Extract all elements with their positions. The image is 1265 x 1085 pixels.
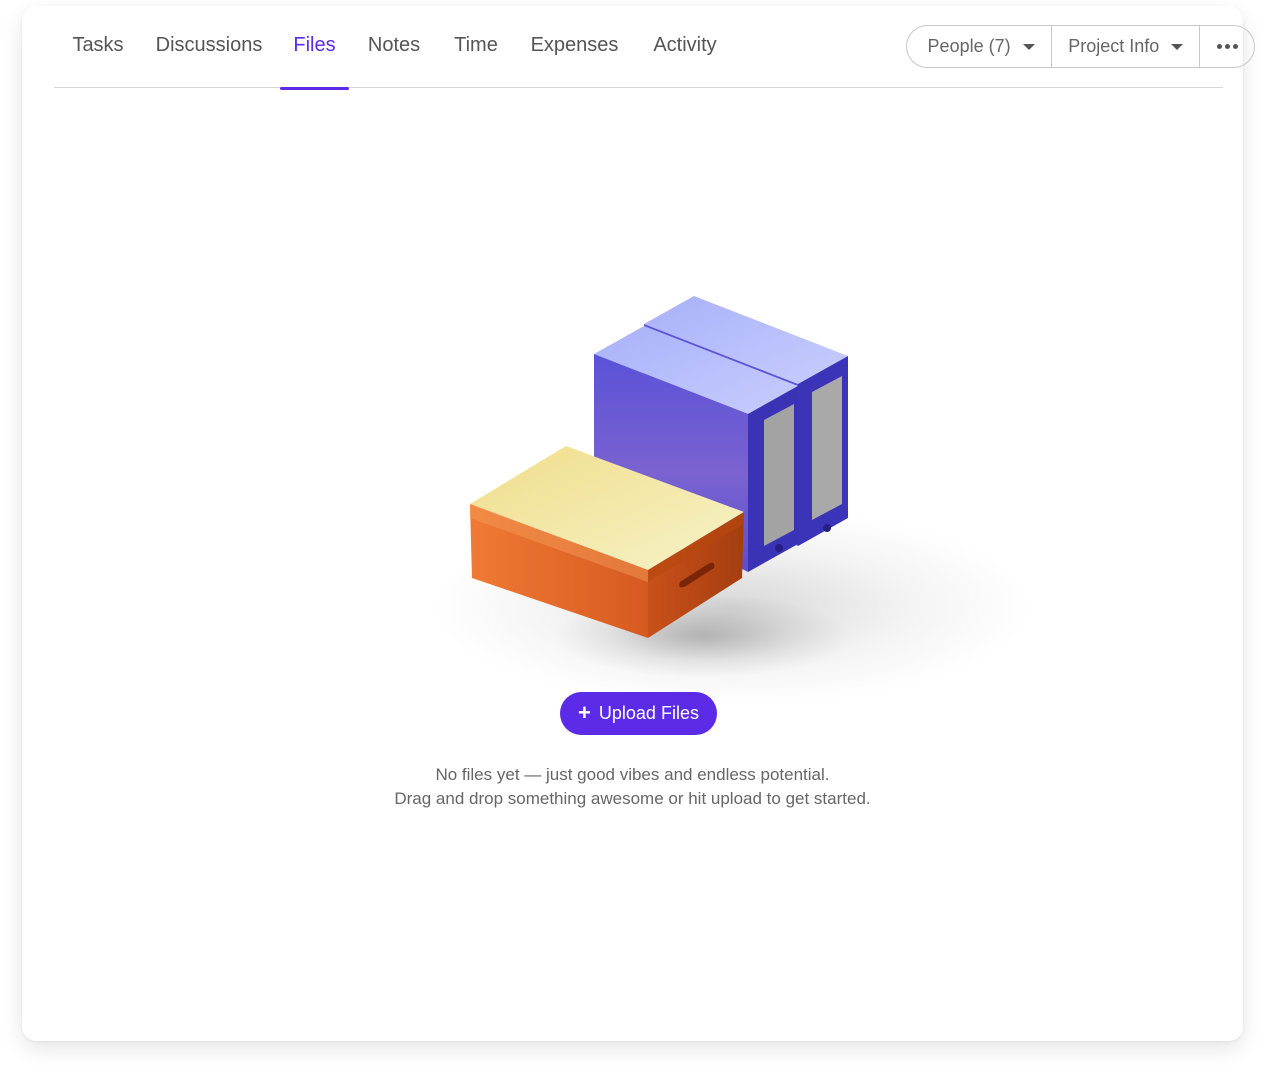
people-dropdown[interactable]: People (7) (907, 26, 1051, 67)
tab-tasks[interactable]: Tasks (72, 34, 124, 88)
file-boxes-illustration (432, 296, 1032, 706)
files-panel: Tasks Discussions Files Notes Time Expen… (22, 6, 1255, 1041)
tab-discussions[interactable]: Discussions (154, 34, 264, 88)
tab-expenses[interactable]: Expenses (530, 34, 619, 88)
tab-label: Activity (653, 34, 717, 56)
tab-label: Files (293, 34, 336, 56)
more-options-button[interactable] (1199, 26, 1254, 67)
tab-label: Notes (367, 34, 421, 56)
people-label: People (7) (927, 36, 1011, 56)
tab-activity[interactable]: Activity (651, 34, 719, 88)
tab-files[interactable]: Files (280, 34, 349, 90)
header-actions: People (7) Project Info (906, 25, 1255, 68)
tab-label: Time (454, 34, 498, 56)
tab-label: Expenses (530, 34, 619, 56)
chevron-down-icon (1171, 43, 1184, 50)
upload-files-button[interactable]: + Upload Files (560, 692, 717, 735)
empty-state-message-line-1: No files yet — just good vibes and endle… (435, 765, 830, 784)
project-info-dropdown[interactable]: Project Info (1051, 26, 1199, 67)
tab-time[interactable]: Time (453, 34, 499, 88)
tab-bar: Tasks Discussions Files Notes Time Expen… (54, 6, 1255, 90)
plus-icon: + (578, 699, 591, 725)
chevron-down-icon (1022, 43, 1035, 50)
upload-files-label: Upload Files (598, 703, 699, 723)
tab-label: Tasks (72, 34, 124, 56)
empty-state-message-line-2: Drag and drop something awesome or hit u… (394, 789, 871, 808)
project-info-label: Project Info (1068, 36, 1160, 56)
tab-label: Discussions (155, 34, 263, 56)
tab-notes[interactable]: Notes (366, 34, 422, 88)
ellipsis-icon (1216, 44, 1238, 49)
active-tab-indicator (280, 87, 349, 90)
